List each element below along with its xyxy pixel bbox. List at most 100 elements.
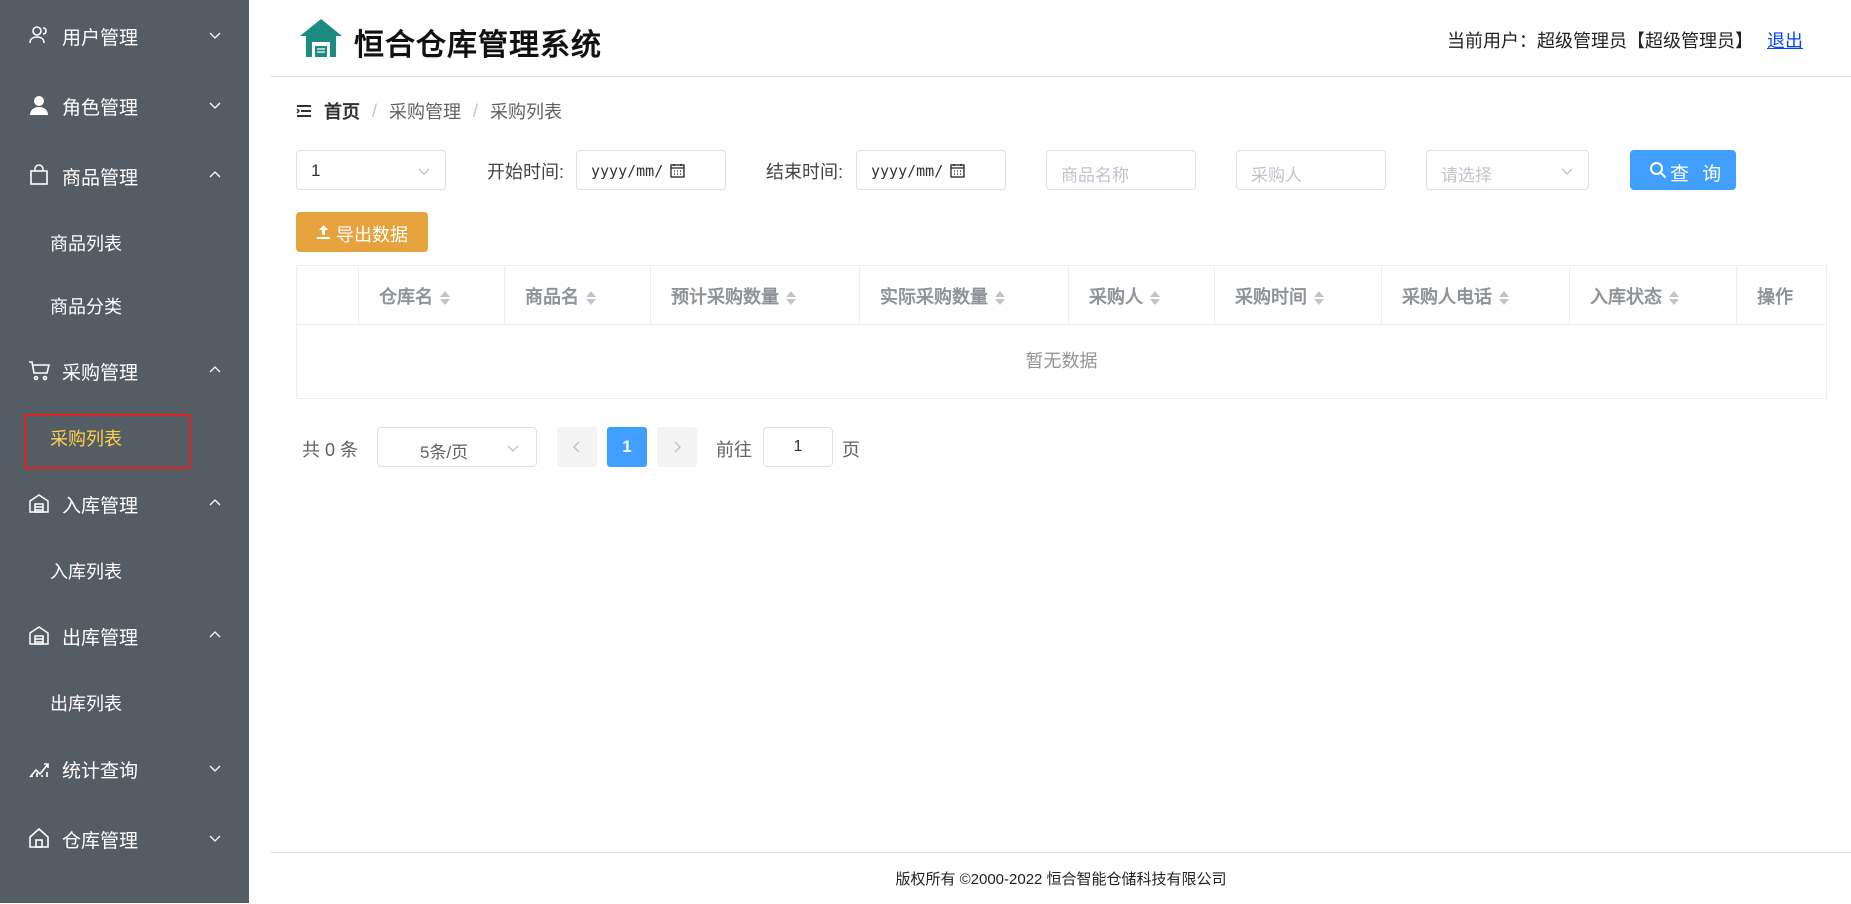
table-header-cell[interactable]: 入库状态 [1570,266,1737,324]
buyer-placeholder: 采购人 [1251,166,1302,185]
sort-icon[interactable] [1498,289,1510,307]
footer: 版权所有 ©2000-2022 恒合智能仓储科技有限公司 [271,852,1851,904]
menu-label: 入库管理 [62,496,139,517]
column-label: 实际采购数量 [880,287,988,307]
export-button-label: 导出数据 [336,225,408,245]
goto-page-input[interactable]: 1 [763,427,833,467]
table-header-cell[interactable]: 采购时间 [1215,266,1382,324]
query-button-label: 查 询 [1670,164,1726,185]
table-header-cell[interactable]: 采购人 [1069,266,1215,324]
status-select[interactable]: 请选择 [1426,150,1589,190]
column-label: 商品名 [525,287,579,307]
warehouse-select[interactable]: 1 [296,150,446,190]
page-size-value: 5条/页 [420,443,469,462]
end-date-input[interactable]: yyyy/mm/ [856,150,1006,190]
logout-link[interactable]: 退出 [1767,31,1803,51]
page-size-select[interactable]: 5条/页 [377,427,537,467]
menu-inbound-management[interactable]: 入库管理 [0,468,249,538]
calendar-icon[interactable] [670,163,685,178]
menu-label: 采购管理 [62,363,139,384]
users-icon [29,26,47,44]
chevron-right-icon [674,441,681,453]
menu-goods-management[interactable]: 商品管理 [0,140,249,210]
breadcrumb-home[interactable]: 首页 [324,98,360,124]
chevron-down-icon [209,765,221,772]
menu-statistics[interactable]: 统计查询 [0,733,249,803]
submenu-label: 出库列表 [50,694,122,714]
menu-label: 出库管理 [62,628,139,649]
sort-icon[interactable] [1313,289,1325,307]
sidebar-item-outbound-list[interactable]: 出库列表 [0,672,249,732]
submenu-label: 商品分类 [50,297,122,317]
warehouse-select-value: 1 [311,161,321,180]
menu-label: 商品管理 [62,168,139,189]
menu-role-management[interactable]: 角色管理 [0,70,249,140]
menu-fold-icon[interactable] [296,104,312,118]
warehouse-out-icon [29,626,49,645]
menu-label: 用户管理 [62,28,139,49]
table-header-cell[interactable]: 商品名 [505,266,651,324]
breadcrumb-separator: / [473,100,479,121]
sort-icon[interactable] [585,289,597,307]
sidebar-item-goods-list[interactable]: 商品列表 [0,212,249,272]
goto-label: 前往 [716,440,752,460]
sort-icon[interactable] [439,289,451,307]
chevron-down-icon [209,102,221,109]
breadcrumb: 首页 / 采购管理 / 采购列表 [296,98,562,124]
menu-purchase-management[interactable]: 采购管理 [0,335,249,405]
chevron-down-icon [1561,168,1573,175]
chevron-down-icon [418,168,430,175]
cart-icon [29,361,50,381]
buyer-input[interactable]: 采购人 [1236,150,1386,190]
purchase-table: 仓库名 商品名 预计采购数量 实际采购数量 采购人 采购时间 采购人电话 入库状… [296,265,1827,399]
chevron-up-icon [209,366,221,373]
start-date-input[interactable]: yyyy/mm/ [576,150,726,190]
table-header-cell[interactable]: 实际采购数量 [860,266,1069,324]
calendar-icon[interactable] [950,163,965,178]
table-header-cell[interactable]: 采购人电话 [1382,266,1570,324]
table-header-cell: 操作 [1737,266,1826,324]
table-header-cell[interactable]: 预计采购数量 [651,266,860,324]
menu-label: 统计查询 [62,761,139,782]
export-button[interactable]: 导出数据 [296,212,428,252]
menu-user-management[interactable]: 用户管理 [0,0,249,70]
sort-icon[interactable] [785,289,797,307]
highlight-box [24,414,191,469]
pagination-total: 共 0 条 [302,440,359,460]
menu-outbound-management[interactable]: 出库管理 [0,600,249,670]
menu-label: 仓库管理 [62,831,139,852]
sidebar-item-goods-category[interactable]: 商品分类 [0,275,249,335]
prev-page-button[interactable] [557,427,597,467]
menu-label: 角色管理 [62,98,139,119]
submenu-label: 入库列表 [50,562,122,582]
table-header: 仓库名 商品名 预计采购数量 实际采购数量 采购人 采购时间 采购人电话 入库状… [297,266,1826,325]
column-label: 采购人电话 [1402,287,1492,307]
breadcrumb-purchase-management: 采购管理 [389,102,462,122]
column-label: 操作 [1757,287,1793,307]
goods-name-input[interactable]: 商品名称 [1046,150,1196,190]
table-header-select [297,266,359,324]
chevron-up-icon [209,499,221,506]
chevron-up-icon [209,171,221,178]
chart-icon [29,763,49,778]
page-number-1[interactable]: 1 [607,427,647,467]
page-word: 页 [842,440,860,460]
chevron-up-icon [209,631,221,638]
sidebar-item-inbound-list[interactable]: 入库列表 [0,540,249,600]
next-page-button[interactable] [657,427,697,467]
sort-icon[interactable] [1149,289,1161,307]
chevron-down-icon [209,835,221,842]
search-icon [1650,162,1667,179]
chevron-down-icon [507,445,519,452]
menu-warehouse-management[interactable]: 仓库管理 [0,803,249,873]
start-date-placeholder: yyyy/mm/ [591,162,664,180]
chevron-down-icon [209,32,221,39]
warehouse-in-icon [29,494,49,513]
app-title: 恒合仓库管理系统 [354,29,602,62]
column-label: 入库状态 [1590,287,1662,307]
query-button[interactable]: 查 询 [1630,150,1736,190]
sort-icon[interactable] [1668,289,1680,307]
table-header-cell[interactable]: 仓库名 [359,266,505,324]
chevron-left-icon [573,441,580,453]
sort-icon[interactable] [994,289,1006,307]
